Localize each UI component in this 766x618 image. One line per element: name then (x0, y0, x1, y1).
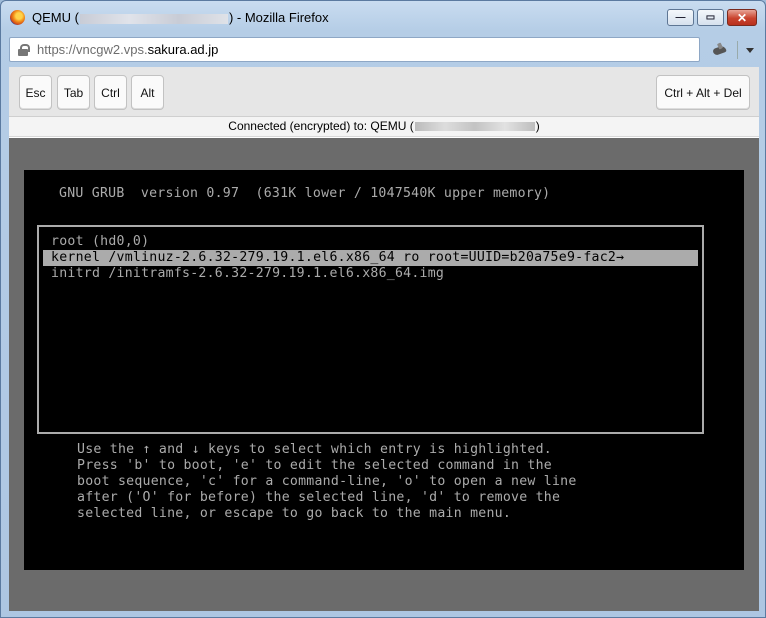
ctrl-key-button[interactable]: Ctrl (94, 75, 127, 110)
url-bar[interactable]: https://vncgw2.vps.sakura.ad.jp (9, 37, 700, 62)
vnc-screen[interactable]: GNU GRUB version 0.97 (631K lower / 1047… (24, 170, 744, 570)
firefox-icon (10, 10, 25, 25)
connection-status: Connected (encrypted) to: QEMU () (9, 117, 759, 137)
vnc-viewport: GNU GRUB version 0.97 (631K lower / 1047… (9, 138, 759, 611)
window-title: QEMU () - Mozilla Firefox (32, 10, 329, 25)
title-bar[interactable]: QEMU () - Mozilla Firefox — ▭ ✕ (1, 1, 765, 35)
minimize-button[interactable]: — (667, 9, 694, 26)
close-icon: ✕ (736, 10, 748, 25)
grub-entry[interactable]: root (hd0,0) (43, 234, 698, 250)
toolbar-separator (737, 41, 738, 59)
browser-tools (707, 39, 759, 61)
maximize-button[interactable]: ▭ (697, 9, 724, 26)
redacted-text (79, 13, 228, 24)
close-button[interactable]: ✕ (727, 9, 757, 26)
grub-entry-selected[interactable]: kernel /vmlinuz-2.6.32-279.19.1.el6.x86_… (43, 250, 698, 266)
grub-help-text: Use the ↑ and ↓ keys to select which ent… (77, 442, 577, 521)
maximize-icon: ▭ (705, 12, 716, 23)
tab-key-button[interactable]: Tab (57, 75, 90, 110)
minimize-icon: — (675, 12, 686, 23)
ctrl-alt-del-button[interactable]: Ctrl + Alt + Del (656, 75, 750, 110)
browser-window: QEMU () - Mozilla Firefox — ▭ ✕ https://… (0, 0, 766, 618)
window-controls: — ▭ ✕ (667, 9, 757, 26)
vnc-key-toolbar: Esc Tab Ctrl Alt Ctrl + Alt + Del (9, 67, 759, 117)
redacted-text (414, 122, 535, 132)
esc-key-button[interactable]: Esc (19, 75, 52, 110)
grub-entry[interactable]: initrd /initramfs-2.6.32-279.19.1.el6.x8… (43, 266, 698, 282)
chevron-down-icon[interactable] (746, 47, 754, 53)
page-content: Esc Tab Ctrl Alt Ctrl + Alt + Del Connec… (9, 67, 759, 611)
grub-header: GNU GRUB version 0.97 (631K lower / 1047… (59, 186, 551, 201)
grub-menu: root (hd0,0) kernel /vmlinuz-2.6.32-279.… (37, 225, 704, 434)
url-text[interactable]: https://vncgw2.vps.sakura.ad.jp (37, 42, 218, 57)
alt-key-button[interactable]: Alt (131, 75, 164, 110)
lock-icon (18, 43, 30, 56)
addon-icon[interactable] (711, 43, 729, 57)
